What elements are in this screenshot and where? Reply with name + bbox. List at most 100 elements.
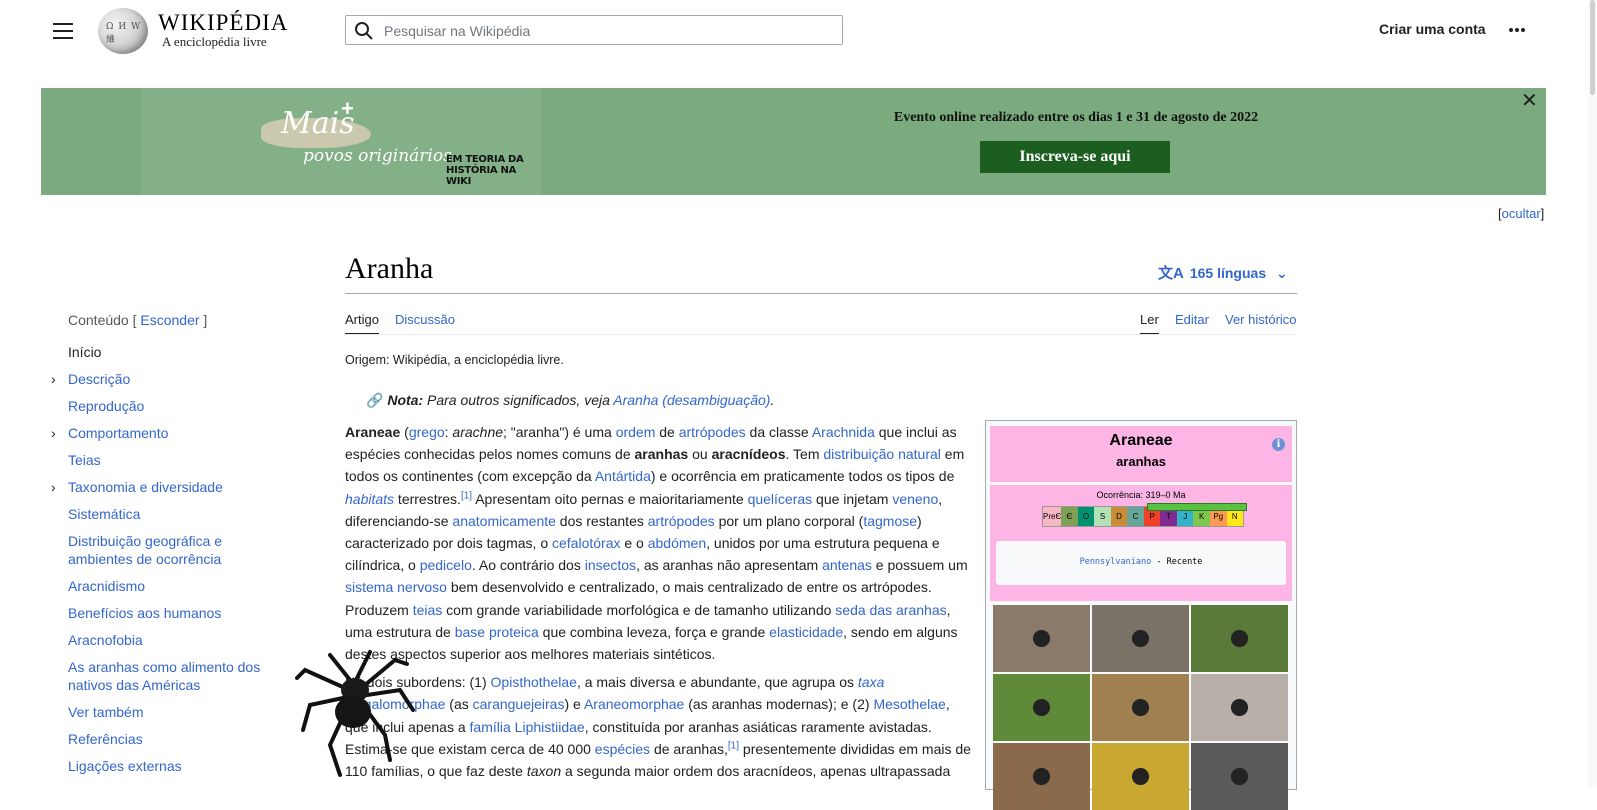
wordmark[interactable]: WIKIPÉDIA <box>158 10 288 36</box>
link[interactable]: abdómen <box>648 535 706 551</box>
tab-article[interactable]: Artigo <box>345 312 379 335</box>
period-range: Pennsylvaniano - Recente <box>996 557 1286 567</box>
link[interactable]: antenas <box>822 557 872 573</box>
timeline-period[interactable]: Є <box>1061 507 1078 526</box>
toc-item[interactable]: Início <box>48 343 278 361</box>
toc-item[interactable]: Benefícios aos humanos <box>48 604 278 622</box>
link[interactable]: artrópodes <box>648 513 715 529</box>
citation[interactable]: [1] <box>461 490 472 501</box>
link[interactable]: Arachnida <box>812 424 875 440</box>
chevron-right-icon[interactable]: › <box>51 424 56 442</box>
wikipedia-globe-logo[interactable] <box>98 8 148 54</box>
link[interactable]: elasticidade <box>769 624 843 640</box>
geologic-timeline[interactable]: PreЄ Є O S D C P T J K Pg N <box>1042 503 1247 527</box>
gallery-image[interactable] <box>1191 743 1288 810</box>
link[interactable]: Opisthothelae <box>491 674 577 690</box>
link[interactable]: grego <box>409 424 445 440</box>
gallery-image[interactable] <box>1092 674 1189 741</box>
toc-item[interactable]: Distribuição geográfica e ambientes de o… <box>48 532 278 568</box>
toc-item[interactable]: Referências <box>48 730 278 748</box>
link[interactable]: habitats <box>345 491 394 507</box>
hide-link-text[interactable]: ocultar <box>1502 206 1541 221</box>
toc-item[interactable]: › Comportamento <box>48 424 278 442</box>
gallery-image[interactable] <box>993 674 1090 741</box>
search-input[interactable] <box>382 19 826 43</box>
timeline-period[interactable]: PreЄ <box>1043 507 1062 526</box>
tab-history[interactable]: Ver histórico <box>1225 312 1297 327</box>
gallery-image[interactable] <box>993 605 1090 672</box>
gallery-image[interactable] <box>1092 605 1189 672</box>
timeline-period[interactable]: D <box>1110 507 1128 526</box>
link[interactable]: pedicelo <box>420 557 472 573</box>
toc-toggle-link[interactable]: Esconder <box>140 312 199 328</box>
ellipsis-icon[interactable] <box>1508 19 1532 41</box>
period-separator: - <box>1151 557 1167 567</box>
link[interactable]: ordem <box>616 424 656 440</box>
info-icon[interactable]: i <box>1272 438 1285 451</box>
chevron-right-icon[interactable]: › <box>51 478 56 496</box>
gallery-image[interactable] <box>993 743 1090 810</box>
gallery-image[interactable] <box>1191 605 1288 672</box>
link[interactable]: base proteica <box>455 624 539 640</box>
link[interactable]: artrópodes <box>679 424 746 440</box>
toc-item[interactable]: Ver também <box>48 703 278 721</box>
timeline-period[interactable]: C <box>1127 507 1144 526</box>
tab-read[interactable]: Ler <box>1140 312 1159 335</box>
toc-item[interactable]: Reprodução <box>48 397 278 415</box>
search-box[interactable] <box>345 15 843 45</box>
toc-item-label: Teias <box>68 452 101 468</box>
toc-item[interactable]: › Taxonomia e diversidade <box>48 478 278 496</box>
spider-overlay-image <box>295 650 415 777</box>
hide-banner-link[interactable]: [ocultar] <box>1498 206 1544 221</box>
toc-item[interactable]: Ligações externas <box>48 757 278 775</box>
gallery-image[interactable] <box>1092 743 1189 810</box>
period-from-link[interactable]: Pennsylvaniano <box>1080 557 1152 567</box>
toc-item[interactable]: As aranhas como alimento dos nativos das… <box>48 658 278 694</box>
toc-list: Início › Descrição Reprodução › Comportamento… <box>48 343 278 784</box>
citation[interactable]: [1] <box>728 740 739 751</box>
subscribe-button[interactable]: Inscreva-se aqui <box>980 141 1170 173</box>
link[interactable]: teias <box>413 602 443 618</box>
disambiguation-link[interactable]: Aranha (desambiguação) <box>613 392 770 408</box>
link[interactable]: espécies <box>595 741 650 757</box>
hatnote-text: Para outros significados, veja <box>427 392 610 408</box>
gallery-image[interactable] <box>1191 674 1288 741</box>
tab-edit[interactable]: Editar <box>1175 312 1209 327</box>
link[interactable]: veneno <box>892 491 938 507</box>
timeline-period[interactable]: S <box>1094 507 1111 526</box>
scrollbar[interactable] <box>1588 0 1597 787</box>
site-subtitle: Origem: Wikipédia, a enciclopédia livre. <box>345 353 564 367</box>
link[interactable]: insectos <box>585 557 636 573</box>
link[interactable]: Araneomorphae <box>584 696 684 712</box>
link[interactable]: família Liphistiidae <box>470 719 585 735</box>
timeline-period[interactable]: O <box>1077 507 1095 526</box>
link[interactable]: sistema nervoso <box>345 579 447 595</box>
toc-item[interactable]: Teias <box>48 451 278 469</box>
link[interactable]: quelíceras <box>748 491 813 507</box>
toc-item[interactable]: Sistemática <box>48 505 278 523</box>
link[interactable]: Antártida <box>595 468 651 484</box>
hamburger-menu-icon[interactable] <box>50 18 76 44</box>
link[interactable]: tagmose <box>863 513 917 529</box>
toc-item-label: Benefícios aos humanos <box>68 605 222 621</box>
close-icon[interactable]: ✕ <box>1521 88 1538 113</box>
link[interactable]: seda das aranhas <box>835 602 946 618</box>
language-button[interactable]: 文A 165 línguas ⌄ <box>1158 262 1288 283</box>
article-body: Araneae (grego: arachne; "aranha") é uma… <box>345 421 975 788</box>
link[interactable]: caranguejeiras <box>473 696 565 712</box>
scrollbar-thumb[interactable] <box>1590 0 1595 95</box>
chevron-right-icon[interactable]: › <box>51 370 56 388</box>
tab-talk[interactable]: Discussão <box>395 312 455 327</box>
link[interactable]: taxa <box>858 674 884 690</box>
link[interactable]: distribuição natural <box>823 446 941 462</box>
spider-gallery[interactable] <box>993 605 1289 810</box>
create-account-link[interactable]: Criar uma conta <box>1379 21 1486 37</box>
toc-item[interactable]: Aracnidismo <box>48 577 278 595</box>
logo-em-teoria: EM TEORIA DA HISTÓRIA NA WIKI <box>446 154 524 187</box>
toc-item[interactable]: › Descrição <box>48 370 278 388</box>
toc-item-label: Ver também <box>68 704 144 720</box>
toc-item[interactable]: Aracnofobia <box>48 631 278 649</box>
link[interactable]: cefalotórax <box>552 535 620 551</box>
link[interactable]: Mesothelae <box>873 696 945 712</box>
link[interactable]: anatomicamente <box>452 513 556 529</box>
